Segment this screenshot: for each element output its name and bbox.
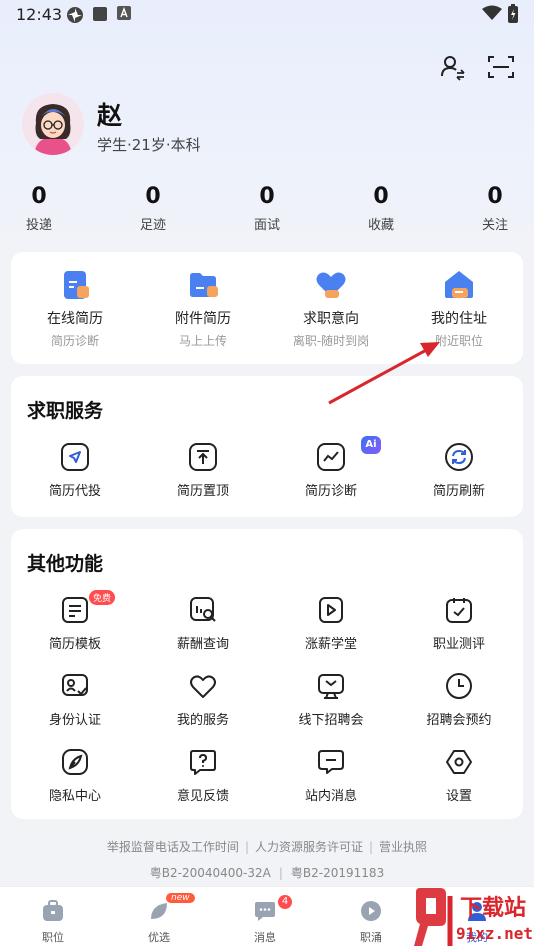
new-badge: new	[166, 893, 195, 903]
leaf-icon	[151, 903, 167, 919]
tab-videos[interactable]: 职涌	[318, 887, 424, 950]
tab-messages[interactable]: 4 消息	[212, 887, 318, 950]
person-icon	[468, 902, 486, 921]
briefcase-icon	[43, 900, 63, 921]
bottom-tab-bar: 职位 new 优选 4 消息 职涌 我的	[0, 886, 534, 950]
message-count-badge: 4	[278, 895, 292, 909]
red-arrow-annotation	[328, 342, 440, 405]
tab-jobs[interactable]: 职位	[0, 887, 106, 950]
tab-label: 职涌	[360, 931, 382, 944]
tab-label: 优选	[148, 931, 170, 944]
tab-label: 消息	[254, 931, 276, 944]
tab-label: 我的	[466, 931, 488, 944]
tab-mine[interactable]: 我的	[424, 887, 530, 950]
play-circle-icon	[361, 901, 381, 921]
tab-label: 职位	[42, 931, 64, 944]
tab-featured[interactable]: new 优选	[106, 887, 212, 950]
chat-icon	[255, 902, 275, 921]
